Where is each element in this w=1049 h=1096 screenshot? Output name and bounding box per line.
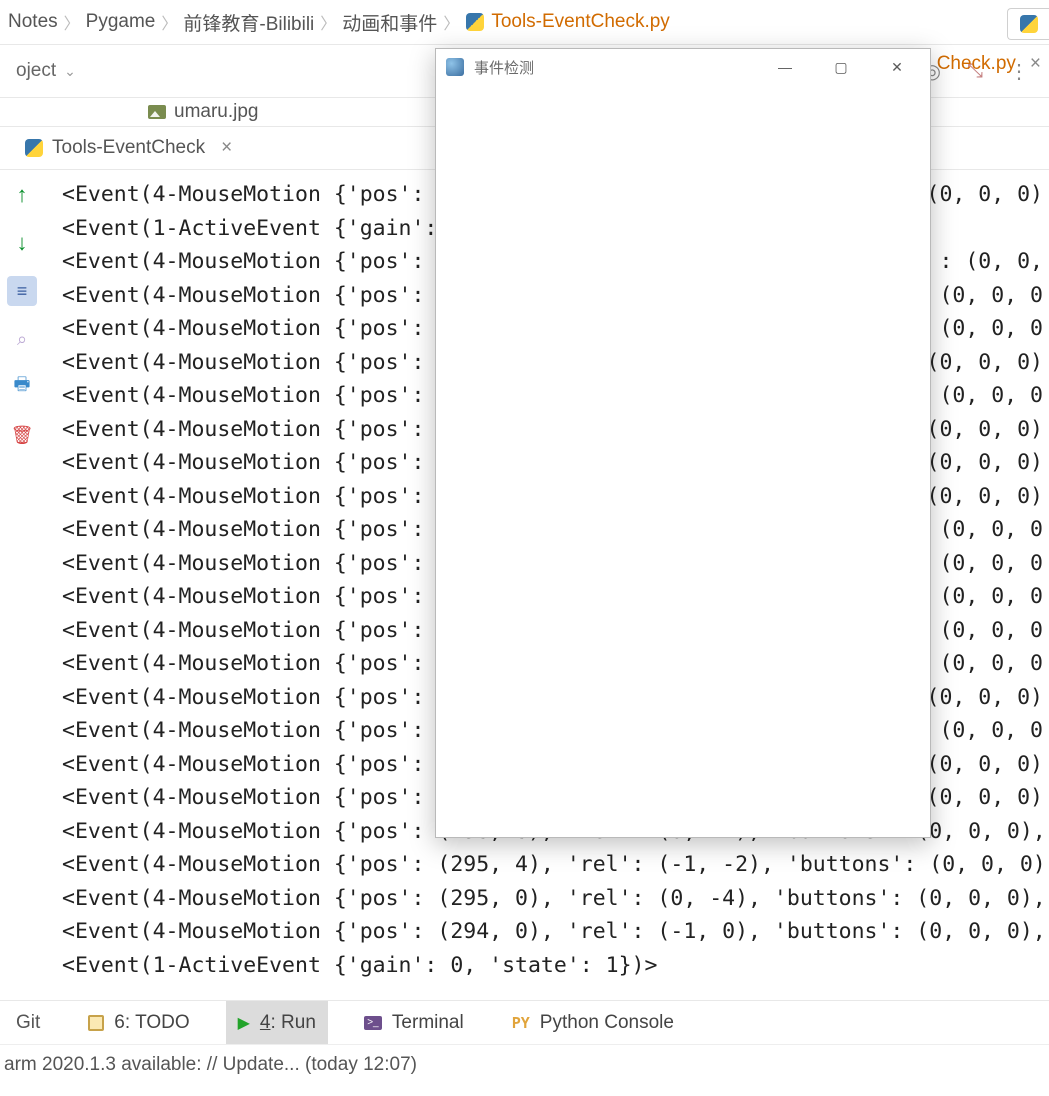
- status-bar: arm 2020.1.3 available: // Update... (to…: [0, 1044, 1049, 1084]
- python-console-icon: PY: [512, 1014, 530, 1032]
- run-tab[interactable]: Tools-EventCheck ×: [14, 133, 242, 163]
- close-icon[interactable]: ×: [221, 137, 232, 159]
- breadcrumb-item[interactable]: Pygame: [86, 11, 156, 33]
- minimize-icon[interactable]: —: [762, 59, 808, 75]
- pygame-window[interactable]: 事件检测 — ▢ ✕: [435, 48, 931, 838]
- breadcrumb-item[interactable]: 动画和事件: [342, 9, 437, 36]
- console-line: <Event(4-MouseMotion {'pos': (294, 0), '…: [62, 915, 1049, 949]
- python-file-icon: [1019, 14, 1039, 34]
- terminal-icon: >_: [364, 1016, 382, 1030]
- scroll-up-icon[interactable]: ↑: [7, 180, 37, 210]
- python-file-icon: [24, 138, 44, 158]
- tool-window-label: 6: TODO: [114, 1012, 189, 1034]
- tool-window-terminal[interactable]: >_ Terminal: [352, 1001, 476, 1044]
- breadcrumb-active-file[interactable]: Tools-EventCheck.py: [465, 11, 669, 33]
- breadcrumb-item[interactable]: Notes: [8, 11, 58, 33]
- pygame-canvas[interactable]: [436, 85, 930, 837]
- todo-icon: [88, 1015, 104, 1031]
- play-icon: ▶: [238, 1013, 250, 1033]
- soft-wrap-icon[interactable]: ≡: [7, 276, 37, 306]
- trash-icon[interactable]: 🗑: [7, 420, 37, 450]
- run-tab-label: Tools-EventCheck: [52, 137, 205, 159]
- maximize-icon[interactable]: ▢: [818, 59, 864, 76]
- pygame-window-title: 事件检测: [474, 57, 534, 78]
- python-file-icon: [465, 12, 485, 32]
- run-config-button[interactable]: [1007, 8, 1049, 40]
- status-message[interactable]: arm 2020.1.3 available: // Update... (to…: [4, 1054, 417, 1076]
- tool-window-label: 4: Run: [260, 1012, 316, 1034]
- tool-window-todo[interactable]: 6: TODO: [76, 1001, 201, 1044]
- tool-window-bar: Git 6: TODO ▶ 4: Run >_ Terminal PY Pyth…: [0, 1000, 1049, 1044]
- console-gutter: ↑ ↓ ≡ ⌕ 🖶 🗑: [0, 170, 44, 1000]
- breadcrumb-item[interactable]: 前锋教育-Bilibili: [183, 9, 314, 36]
- breadcrumb: Notes 〉 Pygame 〉 前锋教育-Bilibili 〉 动画和事件 〉…: [0, 0, 1049, 44]
- chevron-right-icon: 〉: [64, 10, 80, 34]
- tool-window-label: Python Console: [540, 1012, 674, 1034]
- tool-window-label: Git: [16, 1012, 40, 1034]
- console-line: <Event(1-ActiveEvent {'gain': 0, 'state'…: [62, 949, 1049, 983]
- scroll-down-icon[interactable]: ↓: [7, 228, 37, 258]
- pygame-icon: [446, 58, 464, 76]
- tool-window-python-console[interactable]: PY Python Console: [500, 1001, 686, 1044]
- project-view-selector[interactable]: oject ⌄: [6, 54, 86, 88]
- tool-window-run[interactable]: ▶ 4: Run: [226, 1001, 328, 1044]
- image-file-icon: [148, 105, 166, 119]
- chevron-right-icon: 〉: [320, 10, 336, 34]
- chevron-right-icon: 〉: [443, 10, 459, 34]
- pygame-titlebar[interactable]: 事件检测 — ▢ ✕: [436, 49, 930, 85]
- editor-tab[interactable]: Check.py ×: [937, 53, 1041, 75]
- console-line: <Event(4-MouseMotion {'pos': (295, 4), '…: [62, 848, 1049, 882]
- tool-window-git[interactable]: Git: [4, 1001, 52, 1044]
- print-icon[interactable]: 🖶: [7, 372, 37, 402]
- editor-tab-label: Check.py: [937, 53, 1016, 75]
- chevron-down-icon: ⌄: [64, 63, 76, 80]
- file-name-label: umaru.jpg: [174, 101, 259, 123]
- project-label: oject: [16, 60, 56, 82]
- console-line: <Event(4-MouseMotion {'pos': (295, 0), '…: [62, 882, 1049, 916]
- chevron-right-icon: 〉: [161, 10, 177, 34]
- breadcrumb-active-label: Tools-EventCheck.py: [491, 11, 669, 33]
- close-icon[interactable]: ✕: [874, 59, 920, 76]
- close-icon[interactable]: ×: [1030, 53, 1041, 75]
- tool-window-label: Terminal: [392, 1012, 464, 1034]
- inspect-icon[interactable]: ⌕: [7, 324, 37, 354]
